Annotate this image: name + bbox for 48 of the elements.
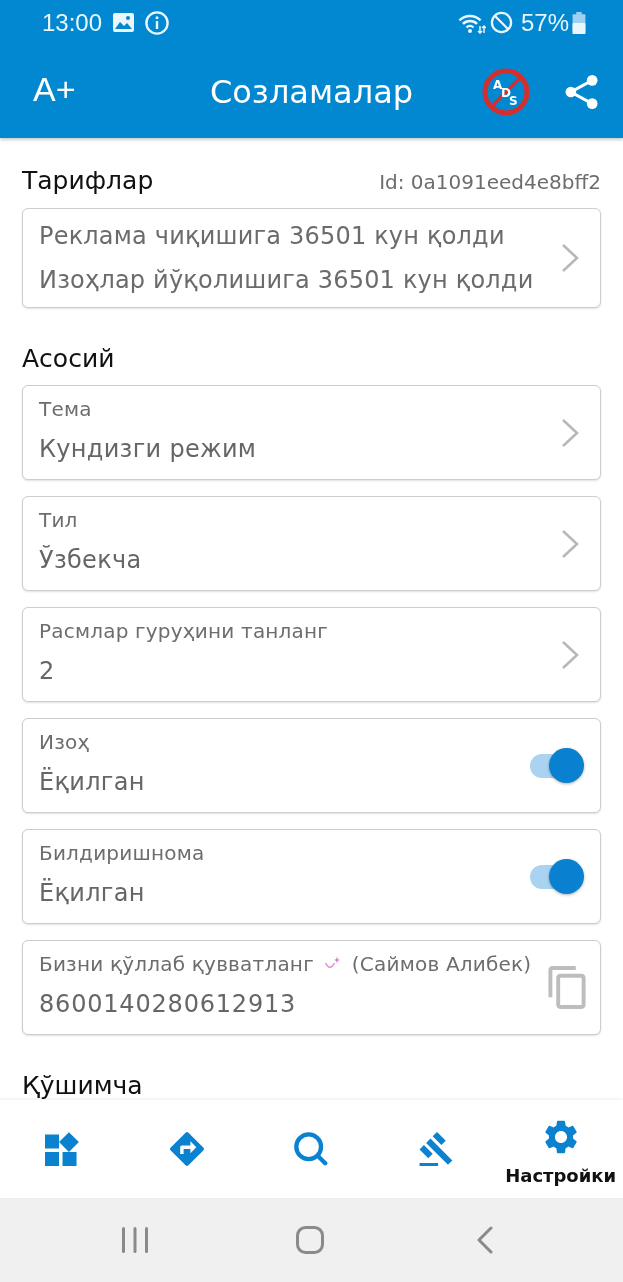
tariff-text: Изоҳлар йўқолишига 36501 кун қолди: [39, 265, 535, 296]
nav-tab[interactable]: Настройки: [498, 1100, 623, 1198]
search-icon: [294, 1132, 329, 1166]
tariff-text: Реклама чиқишига 36501 кун қолди: [39, 221, 506, 252]
setting-value: Ёқилган: [39, 767, 146, 797]
section-heading: Қўшимча: [22, 1071, 143, 1100]
image-icon: [113, 13, 135, 32]
setting-value: Кундизги режим: [39, 434, 258, 464]
chevron-right-icon: [561, 528, 579, 559]
info-icon: [145, 10, 170, 35]
gavel-icon: [419, 1132, 454, 1166]
gear-icon: [543, 1120, 578, 1154]
chevron-right-icon: [561, 243, 579, 273]
widgets-icon: [45, 1132, 80, 1166]
back-icon[interactable]: [477, 1226, 493, 1254]
setting-label: Тема: [39, 397, 93, 421]
battery-percent: 57%: [520, 8, 569, 37]
settings-card[interactable]: Тема Кундизги режим: [22, 385, 601, 480]
setting-value: 2: [39, 656, 56, 686]
user-id-text: Id: 0a1091eed4e8bff2: [379, 169, 601, 196]
setting-label: Бизни қўллаб қувватланг: [39, 952, 314, 976]
setting-value: Ўзбекча: [39, 545, 143, 575]
screen-title: Созламалар: [209, 71, 414, 112]
diamond-arrow-icon: [169, 1132, 204, 1166]
setting-label: Расмлар гуруҳини танланг: [39, 619, 330, 643]
chevron-right-icon: [561, 639, 579, 670]
recent-apps-icon[interactable]: [122, 1227, 148, 1253]
setting-label: Изоҳ: [39, 730, 91, 754]
do-not-disturb-icon: [489, 11, 513, 34]
settings-card[interactable]: Расмлар гуруҳини танланг 2: [22, 607, 601, 702]
home-icon[interactable]: [296, 1226, 324, 1254]
status-time: 13:00: [42, 8, 103, 37]
setting-value: 8600140280612913: [39, 989, 298, 1019]
toggle-switch[interactable]: [530, 858, 584, 895]
font-size-button[interactable]: A+: [33, 69, 76, 108]
chevron-right-icon: [561, 417, 579, 448]
share-icon[interactable]: [565, 73, 598, 110]
setting-value: Ёқилган: [39, 878, 146, 908]
settings-card[interactable]: Тил Ўзбекча: [22, 496, 601, 591]
toggle-switch[interactable]: [530, 747, 584, 784]
battery-icon: [572, 11, 586, 34]
no-ads-button[interactable]: ADS: [482, 67, 530, 116]
section-heading: Тарифлар: [22, 166, 154, 196]
setting-label-note: (Саймов Алибек): [351, 952, 532, 976]
settings-card[interactable]: Реклама чиқишига 36501 кун қолди Изоҳлар йўқолишига 36501 кун қолди: [22, 208, 601, 308]
section-heading: Асосий: [22, 344, 115, 374]
setting-label: Тил: [39, 508, 79, 532]
setting-label: Билдиришнома: [39, 841, 206, 865]
